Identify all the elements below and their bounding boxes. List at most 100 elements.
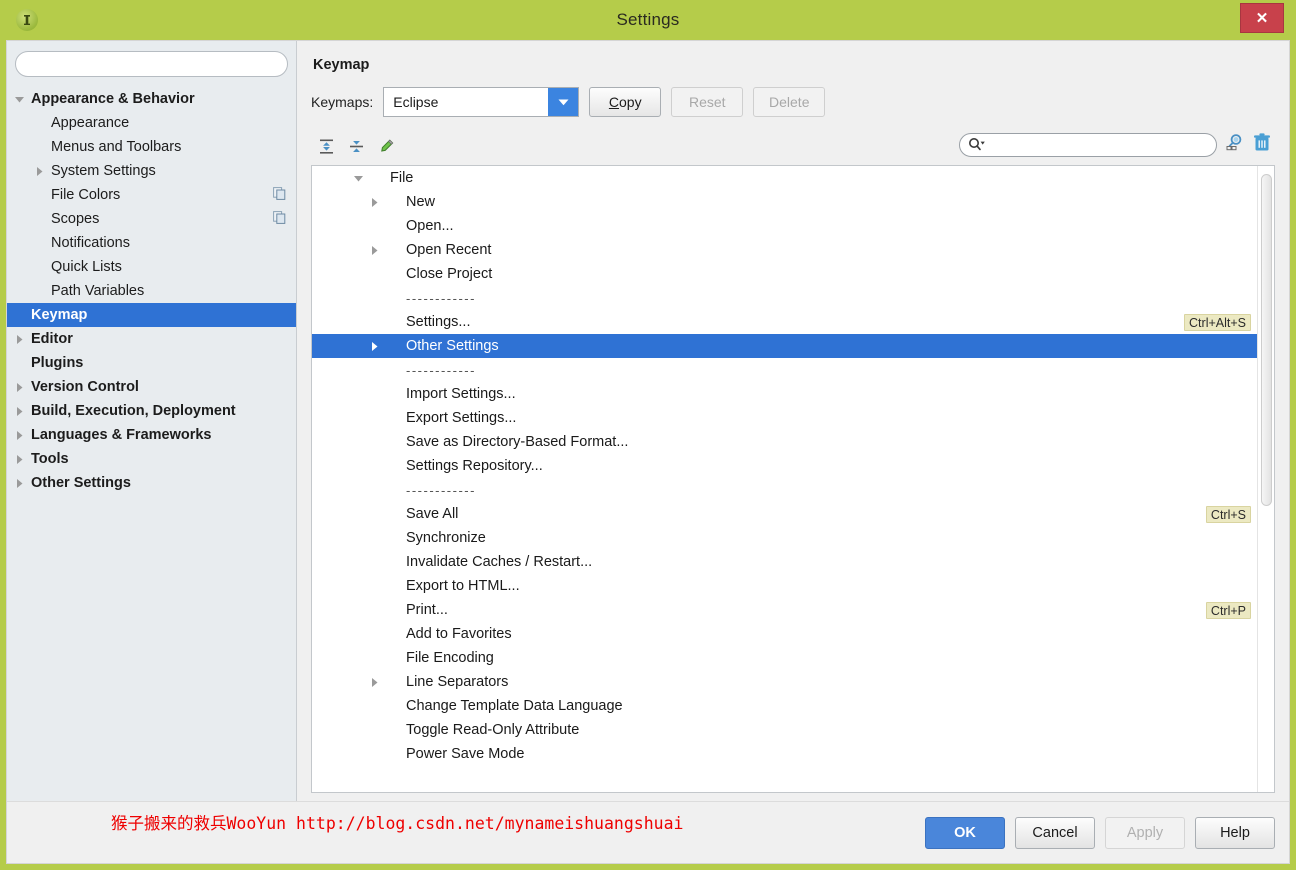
copy-settings-icon[interactable] [273, 211, 286, 228]
chevron-right-icon[interactable] [11, 423, 27, 447]
keymaps-label: Keymaps: [311, 94, 374, 110]
keymap-tree-row[interactable]: File Encoding [312, 646, 1257, 670]
sidebar-item-label: Keymap [31, 307, 88, 323]
sidebar-item-label: Languages & Frameworks [31, 427, 212, 443]
sidebar-item-label: Editor [31, 331, 73, 347]
chevron-down-icon[interactable] [548, 88, 579, 116]
ok-button[interactable]: OK [925, 816, 1005, 849]
copy-button-rest: opy [619, 94, 642, 110]
keymap-tree-row[interactable]: Open Recent [312, 238, 1257, 262]
chevron-right-icon[interactable] [11, 375, 27, 399]
edit-shortcut-icon[interactable] [371, 134, 401, 158]
sidebar-item-editor[interactable]: Editor [7, 327, 296, 351]
keymap-action-label: Add to Favorites [406, 626, 512, 642]
sidebar-item-other-settings[interactable]: Other Settings [7, 471, 296, 495]
copy-settings-icon[interactable] [273, 187, 286, 204]
keymap-tree-row[interactable]: Power Save Mode [312, 742, 1257, 766]
chevron-down-icon[interactable] [350, 166, 366, 190]
keymap-tree-row[interactable]: Close Project [312, 262, 1257, 286]
shortcut-badge: Ctrl+Alt+S [1184, 314, 1251, 331]
find-shortcut-input[interactable] [959, 132, 1217, 157]
keymap-tree-row[interactable]: Export to HTML... [312, 574, 1257, 598]
chevron-right-icon[interactable] [11, 447, 27, 471]
chevron-right-icon[interactable] [366, 334, 382, 358]
keymap-tree-row[interactable]: Settings Repository... [312, 454, 1257, 478]
sidebar-item-label: Appearance & Behavior [31, 91, 195, 107]
collapse-all-icon[interactable] [341, 134, 371, 158]
keymap-tree-row[interactable]: Toggle Read-Only Attribute [312, 718, 1257, 742]
delete-button[interactable]: Delete [753, 87, 826, 117]
keymap-tree-row[interactable]: Line Separators [312, 670, 1257, 694]
search-input[interactable] [15, 51, 288, 77]
find-by-shortcut-icon[interactable] [1225, 132, 1245, 157]
sidebar-item-menus-and-toolbars[interactable]: Menus and Toolbars [7, 135, 296, 159]
keymap-action-label: Import Settings... [406, 386, 516, 402]
window-title: Settings [616, 10, 680, 29]
sidebar-item-label: Appearance [51, 115, 130, 131]
keymap-select[interactable]: Eclipse [383, 87, 580, 117]
dialog-footer: 猴子搬来的救兵WooYun http://blog.csdn.net/mynam… [7, 801, 1289, 863]
chevron-down-icon[interactable] [11, 87, 27, 111]
keymap-action-label: Line Separators [406, 674, 509, 690]
sidebar-item-quick-lists[interactable]: Quick Lists [7, 255, 296, 279]
keymap-tree-row[interactable]: Invalidate Caches / Restart... [312, 550, 1257, 574]
keymap-tree-row[interactable]: File [312, 166, 1257, 190]
keymap-tree-row[interactable]: Export Settings... [312, 406, 1257, 430]
keymap-action-label: Close Project [406, 266, 493, 282]
keymap-action-label: Print... [406, 602, 448, 618]
menu-separator: ------------ [312, 286, 1257, 310]
copy-button[interactable]: Copy [589, 87, 662, 117]
sidebar-item-label: Quick Lists [51, 259, 122, 275]
keymap-tree-row[interactable]: Change Template Data Language [312, 694, 1257, 718]
sidebar-item-appearance[interactable]: Appearance [7, 111, 296, 135]
keymap-tree-row[interactable]: Open... [312, 214, 1257, 238]
keymap-tree-row[interactable]: Add to Favorites [312, 622, 1257, 646]
menu-separator: ------------ [312, 358, 1257, 382]
sidebar-item-label: Path Variables [51, 283, 145, 299]
chevron-right-icon[interactable] [11, 327, 27, 351]
apply-button[interactable]: Apply [1105, 816, 1185, 849]
keymap-action-label: Power Save Mode [406, 746, 525, 762]
chevron-right-icon[interactable] [366, 190, 382, 214]
expand-all-icon[interactable] [311, 134, 341, 158]
sidebar-item-notifications[interactable]: Notifications [7, 231, 296, 255]
sidebar-item-system-settings[interactable]: System Settings [7, 159, 296, 183]
sidebar-item-languages-frameworks[interactable]: Languages & Frameworks [7, 423, 296, 447]
reset-button[interactable]: Reset [671, 87, 744, 117]
keymap-tree-row[interactable]: Import Settings... [312, 382, 1257, 406]
keymap-action-label: Other Settings [406, 338, 499, 354]
sidebar-item-label: File Colors [51, 187, 121, 203]
chevron-right-icon[interactable] [11, 471, 27, 495]
keymap-action-label: Settings... [406, 314, 471, 330]
sidebar-item-plugins[interactable]: Plugins [7, 351, 296, 375]
sidebar-item-file-colors[interactable]: File Colors [7, 183, 296, 207]
help-button[interactable]: Help [1195, 816, 1275, 849]
keymap-tree-row[interactable]: Settings... Ctrl+Alt+S [312, 310, 1257, 334]
footer-buttons: OK Cancel Apply Help [925, 816, 1275, 849]
sidebar-item-version-control[interactable]: Version Control [7, 375, 296, 399]
keymap-tree-row[interactable]: Print... Ctrl+P [312, 598, 1257, 622]
chevron-right-icon[interactable] [366, 238, 382, 262]
sidebar-item-appearance-behavior[interactable]: Appearance & Behavior [7, 87, 296, 111]
keymap-tree-row[interactable]: Save All Ctrl+S [312, 502, 1257, 526]
keymap-tree-row[interactable]: Other Settings [312, 334, 1257, 358]
sidebar-item-scopes[interactable]: Scopes [7, 207, 296, 231]
chevron-right-icon[interactable] [11, 399, 27, 423]
chevron-right-icon[interactable] [31, 159, 47, 183]
keymap-action-label: New [406, 194, 436, 210]
sidebar-item-keymap[interactable]: Keymap [7, 303, 296, 327]
cancel-button[interactable]: Cancel [1015, 816, 1095, 849]
keymap-action-label: File Encoding [406, 650, 494, 666]
page-title: Keymap [313, 57, 370, 73]
sidebar-item-path-variables[interactable]: Path Variables [7, 279, 296, 303]
sidebar-item-tools[interactable]: Tools [7, 447, 296, 471]
clear-filter-icon[interactable] [1253, 132, 1271, 157]
scrollbar-thumb[interactable] [1261, 174, 1272, 506]
keymap-tree-row[interactable]: New [312, 190, 1257, 214]
keymap-tree-row[interactable]: Save as Directory-Based Format... [312, 430, 1257, 454]
close-icon[interactable]: ✕ [1240, 3, 1284, 33]
keymap-tree-row[interactable]: Synchronize [312, 526, 1257, 550]
sidebar-item-build-execution-deployment[interactable]: Build, Execution, Deployment [7, 399, 296, 423]
chevron-right-icon[interactable] [366, 670, 382, 694]
vertical-scrollbar[interactable] [1257, 166, 1274, 792]
